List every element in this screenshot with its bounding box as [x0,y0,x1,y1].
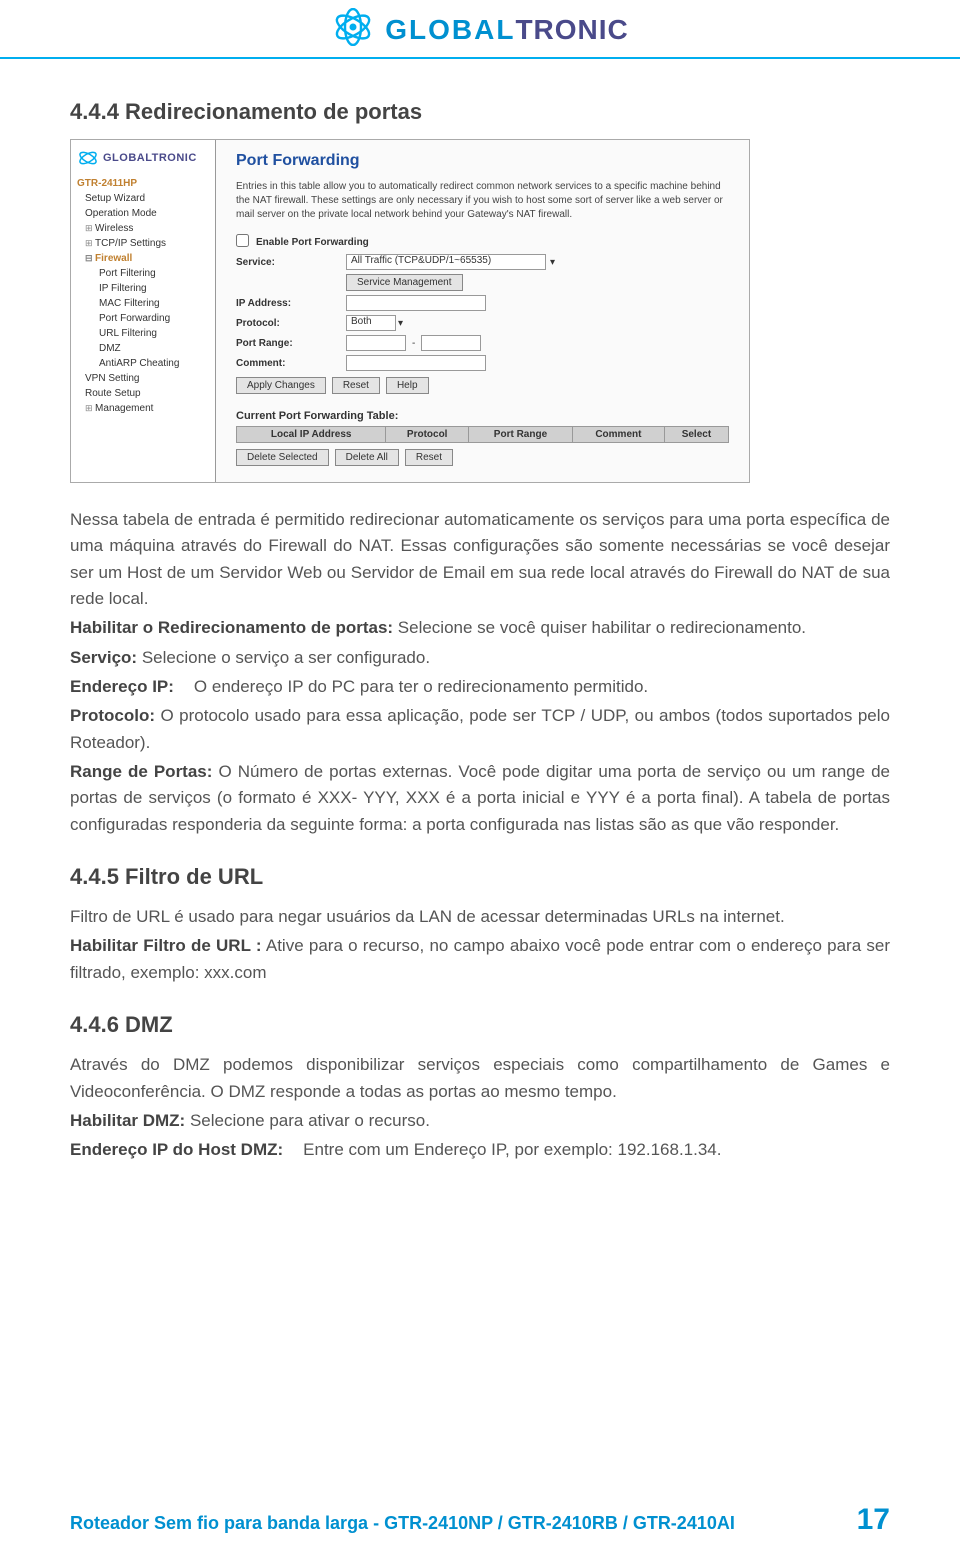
p-445-intro: Filtro de URL é usado para negar usuário… [70,904,890,930]
service-label: Service: [236,257,346,268]
nav-management[interactable]: Management [71,401,215,416]
delete-selected-button[interactable]: Delete Selected [236,449,329,466]
section-444-title: 4.4.4 Redirecionamento de portas [70,99,890,125]
p-446-habilitar-text: Selecione para ativar o recurso. [185,1111,430,1130]
p-intro: Nessa tabela de entrada é permitido redi… [70,507,890,612]
service-management-button[interactable]: Service Management [346,274,463,291]
service-select[interactable]: All Traffic (TCP&UDP/1~65535) [346,254,546,270]
nav-firewall[interactable]: Firewall [71,251,215,266]
nav-port-forwarding[interactable]: Port Forwarding [71,311,215,326]
p-endereco-label: Endereço IP: [70,677,174,696]
p-servico-label: Serviço: [70,648,137,667]
page-footer: Roteador Sem fio para banda larga - GTR-… [70,1503,890,1537]
apply-changes-button[interactable]: Apply Changes [236,377,326,394]
brand-text-part1: GLOBAL [385,14,515,45]
p-445-habilitar-label: Habilitar Filtro de URL : [70,936,262,955]
panel-description: Entries in this table allow you to autom… [236,180,729,222]
th-port-range: Port Range [469,427,573,443]
brand-text-part2: TRONIC [515,14,628,45]
router-screenshot: GLOBALTRONIC GTR-2411HP Setup Wizard Ope… [70,139,750,483]
router-nav: GLOBALTRONIC GTR-2411HP Setup Wizard Ope… [71,140,216,482]
port-range-label: Port Range: [236,338,346,349]
nav-port-filtering[interactable]: Port Filtering [71,266,215,281]
comment-label: Comment: [236,358,346,369]
brand-text: GLOBALTRONIC [385,14,629,46]
p-endereco-text: O endereço IP do PC para ter o redirecio… [194,677,648,696]
p-habilitar-label: Habilitar o Redirecionamento de portas: [70,618,393,637]
protocol-select[interactable]: Both [346,315,396,331]
protocol-label: Protocol: [236,318,346,329]
p-446-endereco-text: Entre com um Endereço IP, por exemplo: 1… [303,1140,721,1159]
nav-route[interactable]: Route Setup [71,386,215,401]
page-header: GLOBALTRONIC [0,0,960,59]
page-number: 17 [857,1503,890,1537]
nav-model: GTR-2411HP [71,176,215,191]
help-button[interactable]: Help [386,377,429,394]
nav-url-filtering[interactable]: URL Filtering [71,326,215,341]
router-brand: GLOBALTRONIC [71,144,215,176]
brand-logo: GLOBALTRONIC [331,8,629,51]
p-protocolo-label: Protocolo: [70,706,155,725]
nav-tcpip[interactable]: TCP/IP Settings [71,236,215,251]
nav-wireless[interactable]: Wireless [71,221,215,236]
section-445-title: 4.4.5 Filtro de URL [70,864,890,890]
nav-vpn[interactable]: VPN Setting [71,371,215,386]
footer-text: Roteador Sem fio para banda larga - GTR-… [70,1513,735,1534]
globaltronic-icon [331,8,375,51]
port-forwarding-table: Local IP Address Protocol Port Range Com… [236,426,729,443]
p-habilitar-text: Selecione se você quiser habilitar o red… [393,618,806,637]
port-range-end-input[interactable] [421,335,481,351]
current-table-title: Current Port Forwarding Table: [236,410,729,422]
table-reset-button[interactable]: Reset [405,449,453,466]
reset-button[interactable]: Reset [332,377,380,394]
p-range-label: Range de Portas: [70,762,212,781]
p-446-habilitar-label: Habilitar DMZ: [70,1111,185,1130]
enable-label: Enable Port Forwarding [256,237,369,248]
nav-antiarp[interactable]: AntiARP Cheating [71,356,215,371]
p-446-endereco-label: Endereço IP do Host DMZ: [70,1140,283,1159]
ip-input[interactable] [346,295,486,311]
page-content: 4.4.4 Redirecionamento de portas GLOBALT… [0,59,960,1164]
th-protocol: Protocol [386,427,469,443]
enable-port-forwarding-checkbox[interactable] [236,234,249,247]
ip-label: IP Address: [236,298,346,309]
section-444-body: Nessa tabela de entrada é permitido redi… [70,507,890,838]
p-servico-text: Selecione o serviço a ser configurado. [137,648,430,667]
th-select: Select [664,427,728,443]
section-445-body: Filtro de URL é usado para negar usuário… [70,904,890,986]
port-range-start-input[interactable] [346,335,406,351]
nav-mac-filtering[interactable]: MAC Filtering [71,296,215,311]
delete-all-button[interactable]: Delete All [335,449,399,466]
panel-title: Port Forwarding [236,152,729,170]
comment-input[interactable] [346,355,486,371]
section-446-body: Através do DMZ podemos disponibilizar se… [70,1052,890,1163]
th-ip: Local IP Address [237,427,386,443]
p-446-intro: Através do DMZ podemos disponibilizar se… [70,1052,890,1105]
nav-operation-mode[interactable]: Operation Mode [71,206,215,221]
th-comment: Comment [572,427,664,443]
nav-setup-wizard[interactable]: Setup Wizard [71,191,215,206]
p-protocolo-text: O protocolo usado para essa aplicação, p… [70,706,890,751]
section-446-title: 4.4.6 DMZ [70,1012,890,1038]
router-main-panel: Port Forwarding Entries in this table al… [216,140,749,482]
nav-ip-filtering[interactable]: IP Filtering [71,281,215,296]
nav-dmz[interactable]: DMZ [71,341,215,356]
